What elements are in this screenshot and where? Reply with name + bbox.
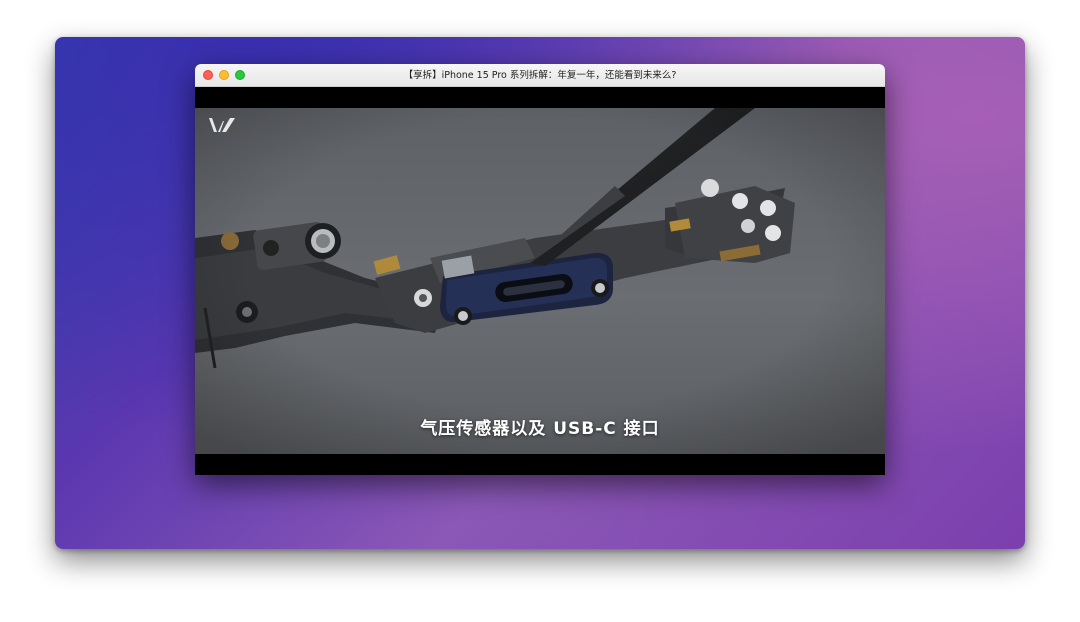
title-bar[interactable]: 【享拆】iPhone 15 Pro 系列拆解：年复一年，还能看到未来么? — [195, 64, 885, 87]
video-player-window[interactable]: 【享拆】iPhone 15 Pro 系列拆解：年复一年，还能看到未来么? 气压传… — [195, 64, 885, 475]
window-title: 【享拆】iPhone 15 Pro 系列拆解：年复一年，还能看到未来么? — [403, 70, 677, 81]
letterbox-top — [195, 87, 885, 108]
letterbox-bottom — [195, 454, 885, 475]
video-subtitle: 气压传感器以及 USB-C 接口 — [420, 419, 660, 439]
maximize-window-button[interactable] — [235, 70, 245, 80]
video-scene — [195, 108, 885, 454]
minimize-window-button[interactable] — [219, 70, 229, 80]
close-window-button[interactable] — [203, 70, 213, 80]
w-logo-icon — [209, 118, 235, 132]
video-frame[interactable]: 气压传感器以及 USB-C 接口 — [195, 108, 885, 454]
